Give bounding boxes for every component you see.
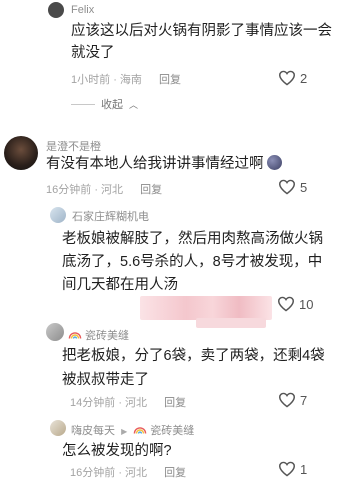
dot-separator: · <box>118 467 122 479</box>
timestamp: 16分钟前 <box>46 184 92 196</box>
comment-meta: 16分钟前 · 河北 回复 <box>46 181 162 197</box>
timestamp: 14分钟前 <box>70 397 116 409</box>
like-button[interactable]: 2 <box>278 70 307 86</box>
reply-button[interactable]: 回复 <box>159 74 181 86</box>
heart-icon <box>277 296 295 312</box>
avatar[interactable] <box>48 2 64 18</box>
comment-text: 把老板娘，分了6袋，卖了两袋，还剩4袋被叔叔带走了 <box>62 348 325 388</box>
avatar[interactable] <box>50 420 66 436</box>
avatar[interactable] <box>50 207 66 223</box>
blurred-overlay <box>196 318 266 328</box>
timestamp: 1小时前 <box>71 74 111 86</box>
comment-text-content: 有没有本地人给我讲讲事情经过啊 <box>46 156 264 172</box>
reply-button[interactable]: 回复 <box>164 397 186 409</box>
rainbow-icon <box>133 427 147 434</box>
like-count: 7 <box>300 392 308 408</box>
reply-arrow-icon: ▶ <box>121 427 128 436</box>
like-button[interactable]: 5 <box>278 179 307 195</box>
username-text: 瓷砖美缝 <box>85 330 129 342</box>
divider <box>71 103 95 105</box>
reply-to-username[interactable]: 瓷砖美缝 <box>150 425 194 437</box>
avatar[interactable] <box>4 136 38 170</box>
comment-text: 应该这以后对火锅有阴影了事情应该一会就没了 <box>71 23 332 61</box>
like-button[interactable]: 7 <box>278 392 307 408</box>
comment-meta: 16分钟前 · 河北 回复 <box>70 464 186 480</box>
like-count: 2 <box>300 70 308 86</box>
username[interactable]: 瓷砖美缝 <box>68 327 129 343</box>
like-count: 1 <box>300 461 308 477</box>
heart-icon <box>278 70 296 86</box>
username[interactable]: 是澄不是橙 <box>46 138 101 154</box>
emoji-icon <box>266 155 282 170</box>
rainbow-icon <box>68 332 82 339</box>
like-count: 5 <box>300 179 308 195</box>
avatar[interactable] <box>46 323 64 341</box>
comment-text: 有没有本地人给我讲讲事情经过啊 <box>46 153 331 175</box>
dot-separator: · <box>113 74 117 86</box>
location: 河北 <box>125 467 148 479</box>
like-button[interactable]: 1 <box>278 461 307 477</box>
heart-icon <box>278 392 296 408</box>
comment-text: 怎么被发现的啊? <box>62 443 172 459</box>
heart-icon <box>278 179 296 195</box>
username[interactable]: Felix <box>71 4 94 16</box>
dot-separator: · <box>94 184 98 196</box>
collapse-button[interactable]: 收起 ︿ <box>71 96 138 112</box>
reply-button[interactable]: 回复 <box>164 467 186 479</box>
like-button[interactable]: 10 <box>277 296 313 312</box>
location: 河北 <box>101 184 124 196</box>
heart-icon <box>278 461 296 477</box>
reply-button[interactable]: 回复 <box>140 184 162 196</box>
timestamp: 16分钟前 <box>70 467 116 479</box>
location: 河北 <box>125 397 148 409</box>
blurred-overlay <box>140 296 272 320</box>
username[interactable]: 石家庄辉糊机电 <box>72 208 149 224</box>
comment-meta: 14分钟前 · 河北 回复 <box>70 394 186 410</box>
like-count: 10 <box>299 296 314 312</box>
dot-separator: · <box>118 397 122 409</box>
comment-meta: 1小时前 · 海南 回复 <box>71 71 181 87</box>
username[interactable]: 嗨皮每天 ▶ 瓷砖美缝 <box>71 422 194 438</box>
comment-text: 老板娘被解肢了，然后用肉熬高汤做火锅底汤了，5.6号杀的人，8号才被发现，中间几… <box>62 231 323 293</box>
chevron-up-icon: ︿ <box>129 99 139 110</box>
username-text: 嗨皮每天 <box>71 425 115 437</box>
collapse-label: 收起 <box>101 99 123 111</box>
location: 海南 <box>119 74 142 86</box>
